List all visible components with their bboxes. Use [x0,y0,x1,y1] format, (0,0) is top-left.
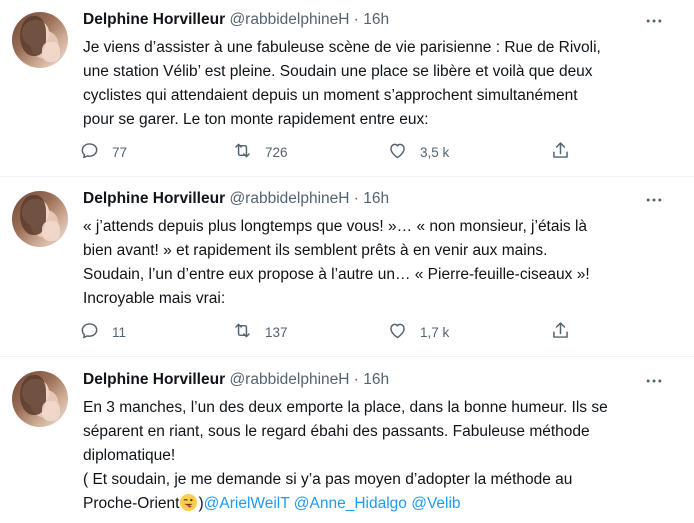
reply-icon [79,320,100,344]
separator: · [353,190,359,207]
tweet-header: Delphine Horvilleur @rabbidelphineH · 16… [83,10,389,30]
more-options-icon[interactable] [644,190,664,210]
avatar[interactable] [12,191,68,247]
tweet[interactable]: Delphine Horvilleur @rabbidelphineH · 16… [0,0,694,177]
author-handle[interactable]: @rabbidelphineH [229,190,349,207]
author-name[interactable]: Delphine Horvilleur [83,371,225,388]
author-handle[interactable]: @rabbidelphineH [229,371,349,388]
reply-count: 11 [112,324,127,340]
timestamp[interactable]: 16h [363,11,389,28]
tweet[interactable]: Delphine Horvilleur @rabbidelphineH · 16… [0,357,694,523]
more-options-icon[interactable] [644,371,664,391]
heart-icon [387,320,408,344]
avatar[interactable] [12,371,68,427]
tweet-text: Je viens d’assister à une fabuleuse scèn… [83,39,601,128]
reply-button[interactable]: 77 [79,140,127,164]
avatar[interactable] [12,12,68,68]
author-handle[interactable]: @rabbidelphineH [229,11,349,28]
mention-link[interactable]: @Velib [411,495,460,512]
tweet-text: « j’attends depuis plus longtemps que vo… [83,218,590,307]
share-button[interactable] [550,320,571,344]
like-button[interactable]: 3,5 k [387,140,449,164]
reply-button[interactable]: 11 [79,320,126,344]
share-icon [550,320,571,344]
share-button[interactable] [550,140,571,164]
mention-link[interactable]: @ArielWeilT [204,495,290,512]
reply-icon [79,140,100,164]
share-icon [550,140,571,164]
retweet-icon [232,320,253,344]
tweet-actions: 11 137 1,7 k [79,320,599,344]
retweet-button[interactable]: 137 [232,320,288,344]
retweet-icon [232,140,253,164]
tweet-text: En 3 manches, l’un des deux emporte la p… [83,396,673,516]
retweet-count: 137 [265,324,288,340]
like-count: 1,7 k [420,324,450,340]
more-options-icon[interactable] [644,11,664,31]
retweet-button[interactable]: 726 [232,140,288,164]
author-name[interactable]: Delphine Horvilleur [83,11,225,28]
heart-icon [387,140,408,164]
like-button[interactable]: 1,7 k [387,320,449,344]
separator: · [353,11,359,28]
tweet-header: Delphine Horvilleur @rabbidelphineH · 16… [83,189,389,209]
tweet-actions: 77 726 3,5 k [79,140,599,164]
tweet-header: Delphine Horvilleur @rabbidelphineH · 16… [83,370,389,390]
separator: · [353,371,359,388]
tweet[interactable]: Delphine Horvilleur @rabbidelphineH · 16… [0,177,694,357]
reply-count: 77 [112,144,128,160]
mention-link[interactable]: @Anne_Hidalgo [294,495,407,512]
timestamp[interactable]: 16h [363,371,389,388]
retweet-count: 726 [265,144,288,160]
like-count: 3,5 k [420,144,450,160]
author-name[interactable]: Delphine Horvilleur [83,190,225,207]
tweet-thread: Delphine Horvilleur @rabbidelphineH · 16… [0,0,694,523]
timestamp[interactable]: 16h [363,190,389,207]
winking-face-with-tongue-icon [179,493,198,512]
